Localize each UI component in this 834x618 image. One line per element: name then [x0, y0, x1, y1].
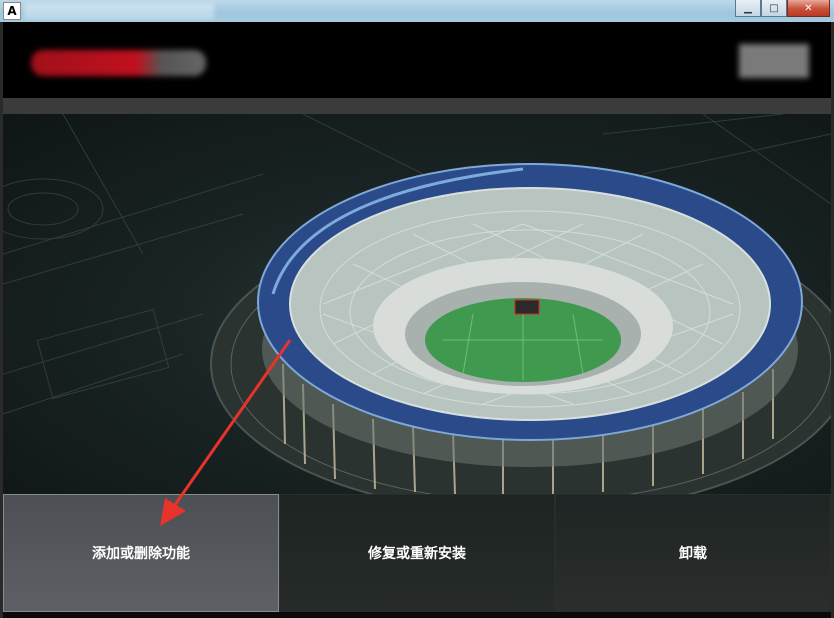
add-remove-features-button[interactable]: 添加或删除功能 — [3, 494, 279, 612]
close-icon[interactable]: ✕ — [787, 0, 830, 17]
logo-redacted — [31, 50, 206, 76]
title-bar: A ▁ □ ✕ — [0, 0, 834, 22]
repair-reinstall-button[interactable]: 修复或重新安装 — [279, 494, 555, 612]
window-controls: ▁ □ ✕ — [735, 0, 830, 18]
window-title-redacted — [24, 3, 214, 19]
maximize-icon[interactable]: □ — [761, 0, 787, 17]
header-separator — [3, 98, 831, 114]
minimize-icon[interactable]: ▁ — [735, 0, 761, 17]
uninstall-button[interactable]: 卸载 — [555, 494, 831, 612]
stadium-illustration — [3, 114, 831, 494]
brand-redacted — [739, 44, 809, 78]
app-icon: A — [3, 2, 21, 20]
header-banner — [3, 22, 831, 98]
action-button-bar: 添加或删除功能 修复或重新安装 卸载 — [3, 494, 831, 614]
hero-image-stadium — [3, 114, 831, 494]
